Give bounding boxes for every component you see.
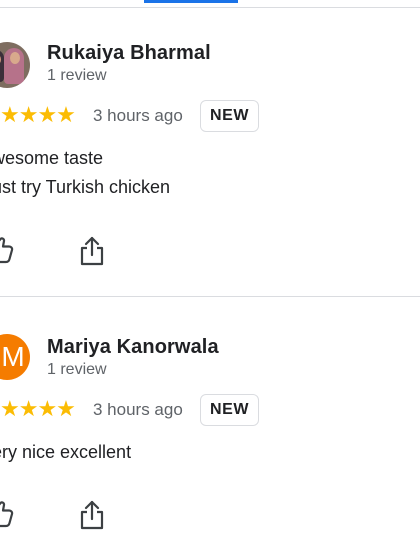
reviewer-name[interactable]: Rukaiya Bharmal — [47, 42, 211, 65]
review-text-line: wesome taste — [0, 148, 104, 168]
active-tab-indicator — [144, 0, 238, 3]
share-icon[interactable] — [77, 235, 107, 267]
share-icon[interactable] — [77, 499, 107, 531]
review-time: 3 hours ago — [93, 400, 183, 419]
top-tab-bar — [0, 0, 420, 8]
reviewer-name[interactable]: Mariya Kanorwala — [47, 336, 219, 359]
review-time: 3 hours ago — [93, 106, 183, 125]
reviewer-avatar[interactable] — [0, 42, 30, 88]
reviewer-avatar[interactable]: M — [0, 334, 30, 380]
review-text-line: ery nice excellent — [0, 442, 132, 462]
new-badge: NEW — [200, 394, 260, 426]
review-count: 1 review — [47, 361, 107, 378]
star-rating: ★★★★ — [0, 102, 76, 127]
review-text-line: ust try Turkish chicken — [0, 177, 171, 197]
thumbs-up-icon[interactable] — [0, 498, 16, 530]
avatar-letter: M — [1, 341, 25, 372]
thumbs-up-icon[interactable] — [0, 234, 16, 266]
review-divider — [0, 296, 420, 297]
star-rating: ★★★★ — [0, 396, 76, 421]
new-badge: NEW — [200, 100, 260, 132]
review-count: 1 review — [47, 67, 107, 84]
